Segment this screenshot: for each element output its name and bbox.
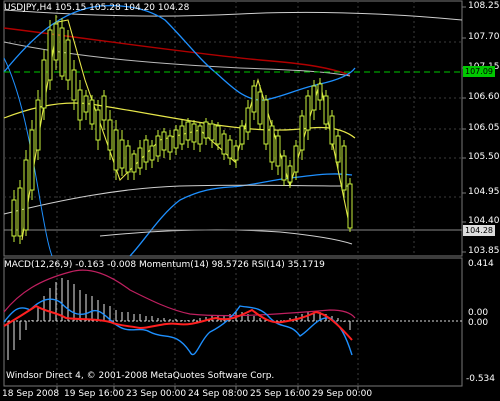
candle-body xyxy=(191,123,197,143)
candle-body xyxy=(167,135,173,153)
price-tick-label: 106.60 xyxy=(468,92,500,102)
candle-body xyxy=(263,99,269,145)
candle-body xyxy=(323,95,329,125)
time-tick-label: 29 Sep 00:00 xyxy=(312,389,373,399)
chart-canvas[interactable] xyxy=(0,0,500,401)
candle-body xyxy=(95,109,101,141)
candle-body xyxy=(47,29,53,81)
price-panel-frame xyxy=(3,0,463,257)
candle-body xyxy=(71,69,77,101)
price-tick-label: 108.25 xyxy=(468,1,500,11)
price-tick-label: 106.05 xyxy=(468,123,500,133)
candle-body xyxy=(161,131,167,151)
candle-body xyxy=(119,139,125,169)
copyright-text: Windsor Direct 4, © 2001-2008 MetaQuotes… xyxy=(6,371,275,381)
candle-body xyxy=(179,125,185,145)
candle-body xyxy=(101,95,107,121)
indicator-tick-label: 0.00 xyxy=(468,318,489,328)
price-grid xyxy=(4,1,462,256)
candle-body xyxy=(155,135,161,157)
lower-band-line xyxy=(99,229,353,245)
candle-body xyxy=(311,85,317,111)
time-tick-label: 25 Sep 16:00 xyxy=(250,389,311,399)
candle-body xyxy=(107,119,113,151)
indicator-grid xyxy=(56,258,359,386)
level-price-badge: 107.09 xyxy=(463,66,495,77)
price-tick-label: 103.85 xyxy=(468,246,500,256)
time-tick-label: 24 Sep 08:00 xyxy=(188,389,249,399)
candle-body xyxy=(83,95,89,113)
candle-body xyxy=(305,95,311,131)
candle-body xyxy=(17,187,23,237)
time-tick-label: 18 Sep 2008 xyxy=(2,389,60,399)
candle-body xyxy=(59,27,65,77)
price-tick-label: 104.95 xyxy=(468,187,500,197)
time-tick-label: 19 Sep 16:00 xyxy=(64,389,125,399)
candle-body xyxy=(89,99,95,125)
candlesticks xyxy=(11,15,353,244)
candle-body xyxy=(197,125,203,145)
candle-body xyxy=(203,121,209,139)
candle-body xyxy=(29,129,35,191)
candle-body xyxy=(293,145,299,173)
candle-body xyxy=(275,135,281,167)
candle-body xyxy=(245,107,251,133)
mid-lower-band-line xyxy=(3,184,353,215)
candle-body xyxy=(131,153,137,173)
candle-body xyxy=(233,145,239,161)
candle-body xyxy=(11,199,17,237)
candle-body xyxy=(209,123,215,141)
candle-body xyxy=(77,89,83,121)
candle-body xyxy=(113,129,119,171)
candle-body xyxy=(35,99,41,151)
candle-body xyxy=(281,155,287,181)
candle-body xyxy=(329,115,335,145)
candle-body xyxy=(125,145,131,173)
indicator-tick-label: 0.414 xyxy=(468,259,494,269)
candle-body xyxy=(269,125,275,163)
candle-body xyxy=(347,183,353,229)
price-axis-ticks xyxy=(462,6,466,253)
candle-body xyxy=(317,83,323,101)
symbol-title: USDJPY,H4 105.15 105.28 104.20 104.28 xyxy=(4,3,190,13)
candle-body xyxy=(251,85,257,113)
candle-body xyxy=(227,139,233,159)
price-tick-label: 107.70 xyxy=(468,32,500,42)
indicator-panel-frame xyxy=(3,257,463,387)
candle-body xyxy=(257,91,263,125)
candle-body xyxy=(149,145,155,161)
candle-body xyxy=(221,133,227,155)
candle-body xyxy=(41,59,47,109)
indicator-tick-label: -0.534 xyxy=(466,374,496,384)
candle-body xyxy=(53,23,59,61)
candle-body xyxy=(173,129,179,149)
indicator-tick-label: 0.00 xyxy=(468,308,489,318)
candle-body xyxy=(239,125,245,145)
candle-body xyxy=(341,145,347,191)
candle-body xyxy=(215,125,221,145)
candle-body xyxy=(335,135,341,163)
candle-body xyxy=(287,165,293,183)
candle-body xyxy=(299,115,305,151)
current-price-badge: 104.28 xyxy=(463,225,495,236)
candle-body xyxy=(23,159,29,231)
indicator-title: MACD(12,26,9) -0.163 -0.008 Momentum(14)… xyxy=(4,260,325,270)
candle-body xyxy=(143,139,149,163)
price-tick-label: 105.50 xyxy=(468,152,500,162)
time-tick-label: 23 Sep 00:00 xyxy=(126,389,187,399)
candle-body xyxy=(65,39,71,81)
candle-body xyxy=(185,121,191,141)
candle-body xyxy=(137,147,143,169)
